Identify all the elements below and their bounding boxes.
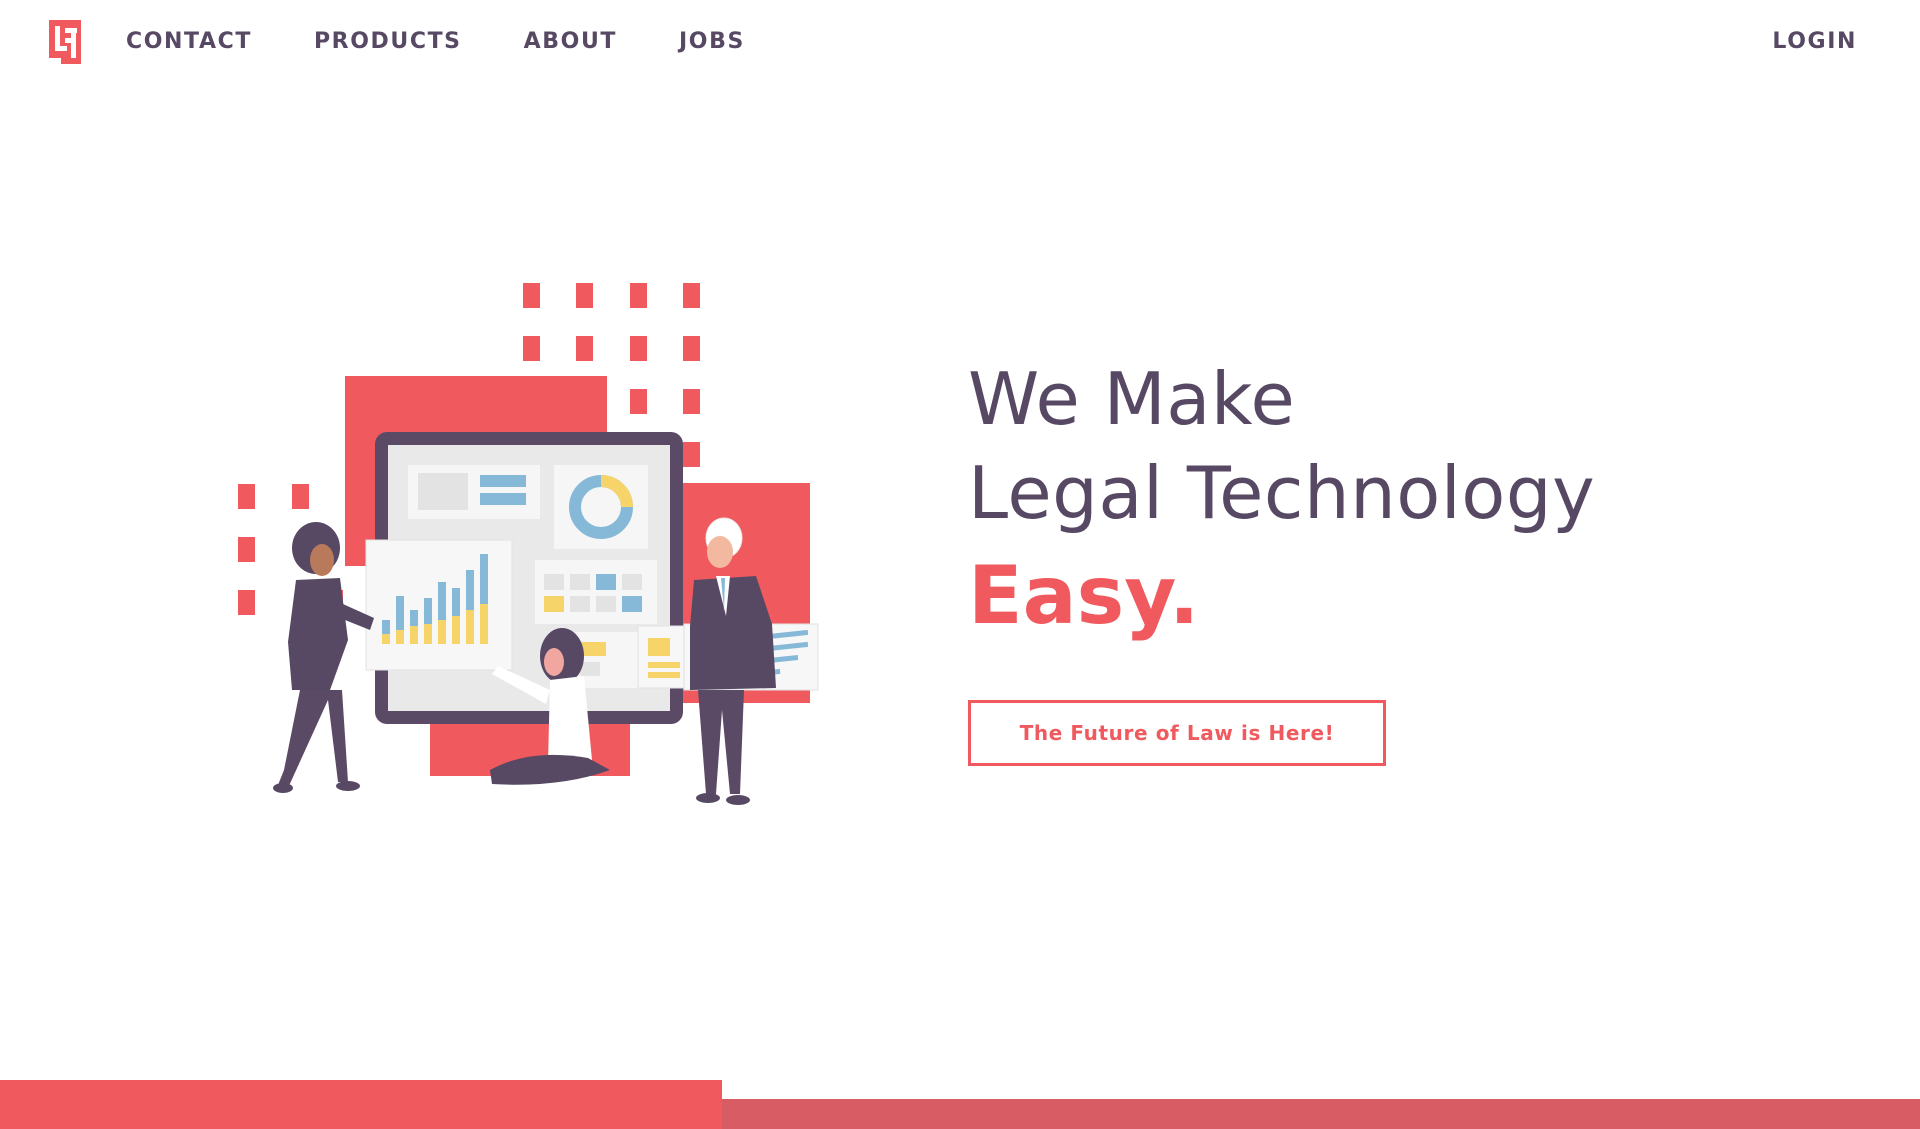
headline-accent: Easy. — [968, 549, 1200, 642]
nav-link-contact[interactable]: CONTACT — [126, 28, 252, 56]
hero-text: We Make Legal Technology Easy. — [968, 352, 1595, 646]
brand-logo-icon[interactable] — [49, 20, 81, 64]
hero-illustration — [230, 270, 850, 820]
cta-button[interactable]: The Future of Law is Here! — [968, 700, 1386, 766]
top-nav: CONTACT PRODUCTS ABOUT JOBS LOGIN — [0, 0, 1920, 84]
headline-line-2: Legal Technology — [968, 451, 1596, 535]
footer-band-left — [0, 1080, 722, 1129]
nav-link-products[interactable]: PRODUCTS — [314, 28, 462, 56]
headline-line-1: We Make — [968, 357, 1296, 441]
landing-page: CONTACT PRODUCTS ABOUT JOBS LOGIN We Mak… — [0, 0, 1920, 1129]
nav-link-jobs[interactable]: JOBS — [679, 28, 745, 56]
footer-band-right — [722, 1099, 1920, 1129]
login-link[interactable]: LOGIN — [1772, 28, 1857, 56]
nav-link-about[interactable]: ABOUT — [524, 28, 617, 56]
primary-nav: CONTACT PRODUCTS ABOUT JOBS — [126, 28, 807, 56]
